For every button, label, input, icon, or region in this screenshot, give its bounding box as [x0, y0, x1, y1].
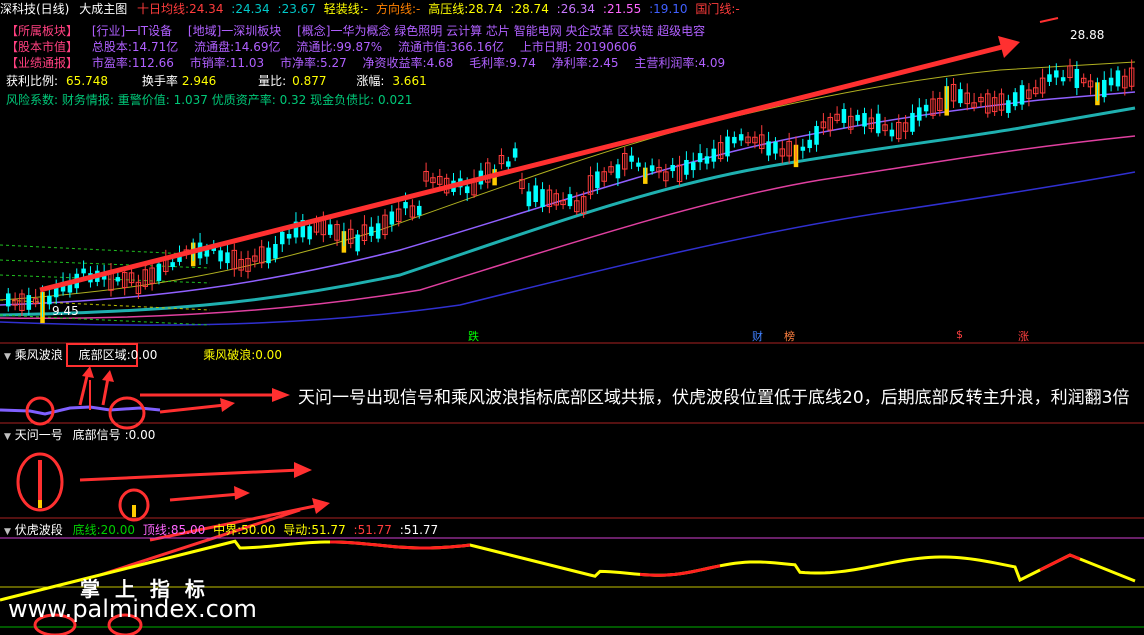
ma-line-purple [0, 91, 1136, 306]
bottom-zone-value: 0.00 [130, 348, 158, 362]
chart-canvas [0, 17, 1144, 635]
panel3-name[interactable]: 天问一号 [15, 428, 63, 442]
annotation-text: 天问一号出现信号和乘风波浪指标底部区域共振，伏虎波段位置低于底线20，后期底部反… [298, 388, 1130, 408]
lead-value: 51.77 [311, 523, 346, 537]
collapse-icon-2[interactable]: ▼ [4, 432, 11, 442]
trend-arrow-line [39, 42, 1011, 293]
marker-dollar[interactable]: $ [956, 328, 963, 341]
tiger-wave-red [1039, 553, 1081, 572]
panel3-header: ▼ 天问一号 底部信号:0.00 [4, 428, 156, 442]
tiger-wave-red [329, 540, 471, 550]
signal-bar-2 [132, 505, 136, 517]
high-mark [1039, 17, 1059, 23]
ma-line-blue [0, 171, 1136, 326]
marker-zhang[interactable]: 涨 [1018, 328, 1029, 344]
signal-value: 0.00 [128, 428, 156, 442]
top-label: 顶线: [142, 523, 171, 537]
base-label: 底线: [72, 523, 101, 537]
panel4-name[interactable]: 伏虎波段 [15, 523, 63, 537]
marker-die[interactable]: 跌 [468, 328, 479, 344]
base-value: 20.00 [100, 523, 135, 537]
mid-label: 中界: [213, 523, 242, 537]
ma-line-teal [0, 106, 1136, 317]
ma-line-pink [0, 135, 1136, 319]
top-value: 85.00 [170, 523, 206, 537]
lead-label: 导动: [283, 523, 312, 537]
panel2-header: ▼ 乘风波浪 底部区域:0.00 乘风破浪:0.00 [4, 346, 282, 363]
value-c: 51.77 [403, 523, 439, 537]
wave-line [0, 405, 161, 416]
break-label: 乘风破浪: [203, 348, 256, 362]
bottom-zone-label: 底部区域: [78, 348, 131, 362]
high-price-label: 28.88 [1070, 28, 1105, 42]
value-b: 51.77 [357, 523, 392, 537]
collapse-icon-3[interactable]: ▼ [4, 527, 11, 537]
candlesticks [6, 58, 1135, 324]
marker-bang[interactable]: 榜 [784, 328, 795, 344]
low-price-label: 9.45 [52, 304, 79, 318]
signal-label: 底部信号 [72, 428, 121, 442]
break-value: 0.00 [255, 348, 282, 362]
panel4-header: ▼ 伏虎波段 底线:20.00 顶线:85.00 中界:50.00 导动:51.… [4, 523, 439, 537]
collapse-icon[interactable]: ▼ [4, 352, 11, 362]
tiger-wave-red [639, 564, 721, 577]
panel2-name[interactable]: 乘风波浪 [15, 348, 63, 362]
trend-arrow-head [998, 36, 1020, 58]
mid-value: 50.00 [241, 523, 276, 537]
watermark-url: www.palmindex.com [8, 595, 257, 623]
marker-cai[interactable]: 财 [752, 328, 763, 344]
